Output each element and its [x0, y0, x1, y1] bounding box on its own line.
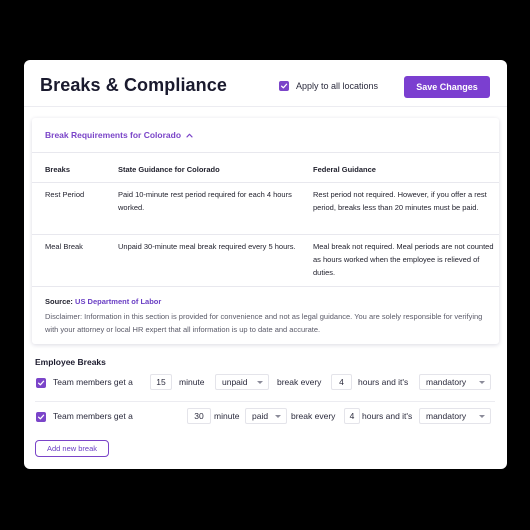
row-rest-period-break: Rest Period	[45, 190, 85, 199]
column-header-federal-guidance: Federal Guidance	[313, 165, 376, 174]
table-bottom-divider	[32, 286, 499, 287]
break-row-checkbox[interactable]	[36, 378, 46, 388]
column-header-breaks: Breaks	[45, 165, 71, 174]
row-meal-break-state: Unpaid 30-minute meal break required eve…	[118, 242, 296, 251]
add-new-break-button[interactable]: Add new break	[35, 440, 109, 457]
apply-all-locations-toggle[interactable]: Apply to all locations	[279, 81, 378, 91]
pay-type-select[interactable]: paid	[245, 408, 287, 424]
break-requirements-title: Break Requirements for Colorado	[45, 130, 182, 140]
break-requirements-panel: Break Requirements for Colorado Breaks S…	[32, 118, 499, 344]
minute-text: minute	[214, 411, 240, 421]
check-icon	[280, 83, 288, 89]
break-row-checkbox[interactable]	[36, 412, 46, 422]
row-rest-period-state: Paid 10-minute rest period required for …	[118, 190, 292, 212]
team-members-get-text: Team members get a	[53, 377, 133, 387]
check-icon	[37, 414, 45, 420]
row-meal-break-break: Meal Break	[45, 242, 83, 251]
pay-type-select[interactable]: unpaid	[215, 374, 269, 390]
table-header-divider	[32, 182, 499, 183]
chevron-up-icon	[186, 133, 193, 138]
caret-down-icon	[275, 415, 281, 418]
column-header-state-guidance: State Guidance for Colorado	[118, 165, 220, 174]
break-every-text: break every	[291, 411, 336, 421]
break-every-text: break every	[277, 377, 322, 387]
breaks-compliance-card: Breaks & Compliance Apply to all locatio…	[24, 60, 507, 469]
source-link[interactable]: US Department of Labor	[75, 297, 161, 306]
pay-type-value: unpaid	[222, 377, 248, 387]
check-icon	[37, 380, 45, 386]
save-changes-button[interactable]: Save Changes	[404, 76, 490, 98]
row-meal-break-federal: Meal break not required. Meal periods ar…	[313, 242, 494, 277]
employee-break-row: Team members get a 30 minute paid break …	[24, 406, 507, 428]
break-minutes-input[interactable]: 30	[187, 408, 211, 424]
card-header: Breaks & Compliance Apply to all locatio…	[24, 60, 507, 107]
break-rows-divider	[35, 401, 495, 402]
page-title: Breaks & Compliance	[40, 75, 227, 95]
requirement-value: mandatory	[426, 377, 467, 387]
break-requirements-toggle[interactable]: Break Requirements for Colorado	[45, 130, 194, 140]
employee-break-row: Team members get a 15 minute unpaid brea…	[24, 372, 507, 394]
caret-down-icon	[479, 415, 485, 418]
requirement-value: mandatory	[426, 411, 467, 421]
table-top-divider	[32, 152, 499, 153]
apply-all-locations-checkbox[interactable]	[279, 81, 289, 91]
source-line: Source: US Department of Labor	[45, 297, 161, 306]
disclaimer-text: Disclaimer: Information in this section …	[45, 312, 483, 334]
hours-and-its-text: hours and it's	[362, 411, 413, 421]
row-rest-period-federal: Rest period not required. However, if yo…	[313, 190, 487, 212]
minute-text: minute	[179, 377, 205, 387]
break-hours-input[interactable]: 4	[344, 408, 360, 424]
break-hours-input[interactable]: 4	[331, 374, 352, 390]
requirement-select[interactable]: mandatory	[419, 374, 491, 390]
caret-down-icon	[479, 381, 485, 384]
employee-breaks-title: Employee Breaks	[35, 357, 106, 367]
hours-and-its-text: hours and it's	[358, 377, 409, 387]
team-members-get-text: Team members get a	[53, 411, 133, 421]
caret-down-icon	[257, 381, 263, 384]
pay-type-value: paid	[252, 411, 269, 421]
source-label: Source:	[45, 297, 73, 306]
requirement-select[interactable]: mandatory	[419, 408, 491, 424]
table-row-divider	[32, 234, 499, 235]
apply-all-locations-label: Apply to all locations	[296, 81, 379, 91]
break-minutes-input[interactable]: 15	[150, 374, 172, 390]
